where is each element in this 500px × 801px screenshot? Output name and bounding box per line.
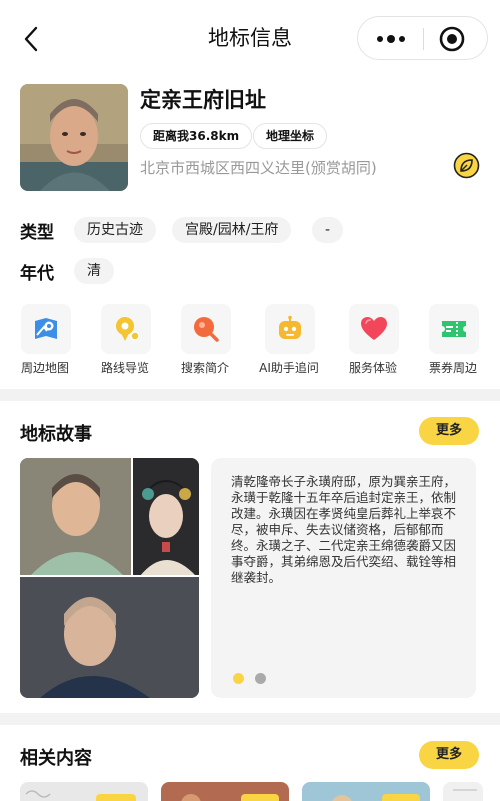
related-card[interactable]	[20, 782, 148, 801]
feature-route[interactable]: 路线导览	[94, 304, 156, 375]
nav-bar: 地标信息	[0, 0, 500, 78]
feature-label: 服务体验	[348, 361, 397, 375]
story-section-title: 地标故事	[20, 424, 92, 445]
mini-program-capsule	[357, 16, 488, 60]
more-icon[interactable]	[372, 27, 410, 51]
era-tag: 清	[74, 258, 114, 284]
related-card[interactable]	[161, 782, 289, 801]
story-text: 清乾隆帝长子永璜府邸，原为巽亲王府，永璜于乾隆十五年卒后追封定亲王，依制改建。永…	[231, 474, 457, 585]
close-target-icon[interactable]	[439, 26, 465, 52]
capsule-divider	[423, 28, 424, 50]
type-tag: -	[312, 217, 344, 243]
distance-chip[interactable]: 距离我36.8km	[140, 123, 253, 149]
pager-dot-active[interactable]	[233, 673, 244, 684]
leaf-icon[interactable]	[453, 152, 480, 179]
type-label: 类型	[20, 223, 54, 243]
feature-service[interactable]: 服务体验	[342, 304, 404, 375]
story-more-button[interactable]: 更多	[419, 417, 479, 445]
ticket-icon	[442, 321, 466, 337]
coordinates-chip[interactable]: 地理坐标	[253, 123, 328, 149]
feature-ticket[interactable]: 票券周边	[422, 304, 484, 375]
feature-label: 搜索简介	[180, 361, 229, 375]
related-more-button[interactable]: 更多	[419, 741, 479, 769]
robot-icon	[279, 315, 301, 339]
feature-ai-assistant[interactable]: AI助手追问	[258, 304, 320, 375]
feature-map[interactable]: 周边地图	[14, 304, 76, 375]
landmark-info-page: 地标信息 定亲王府旧址 距离我36.8km 地理坐标 北京市西城区西四义达里(颁…	[0, 0, 500, 801]
era-label: 年代	[20, 264, 54, 284]
search-icon	[194, 317, 219, 342]
map-icon	[35, 318, 57, 339]
type-tag: 宫殿/园林/王府	[172, 217, 292, 243]
related-card[interactable]	[443, 782, 483, 801]
feature-search[interactable]: 搜索简介	[174, 304, 236, 375]
landmark-thumbnail[interactable]	[20, 84, 128, 191]
type-tag: 历史古迹	[74, 217, 156, 243]
feature-label: 票券周边	[428, 361, 477, 375]
story-image[interactable]	[20, 458, 199, 698]
related-card[interactable]	[302, 782, 430, 801]
section-divider	[0, 389, 500, 401]
landmark-address: 北京市西城区西四义达里(颁赏胡同)	[140, 159, 377, 177]
route-icon	[116, 317, 140, 341]
section-divider	[0, 713, 500, 725]
feature-label: AI助手追问	[259, 361, 319, 375]
story-card[interactable]: 清乾隆帝长子永璜府邸，原为巽亲王府，永璜于乾隆十五年卒后追封定亲王，依制改建。永…	[211, 458, 476, 698]
related-section-title: 相关内容	[20, 748, 92, 769]
landmark-name: 定亲王府旧址	[140, 88, 266, 112]
feature-label: 路线导览	[100, 361, 149, 375]
feature-label: 周边地图	[20, 361, 69, 375]
pager-dot[interactable]	[255, 673, 266, 684]
heart-icon	[361, 317, 387, 340]
